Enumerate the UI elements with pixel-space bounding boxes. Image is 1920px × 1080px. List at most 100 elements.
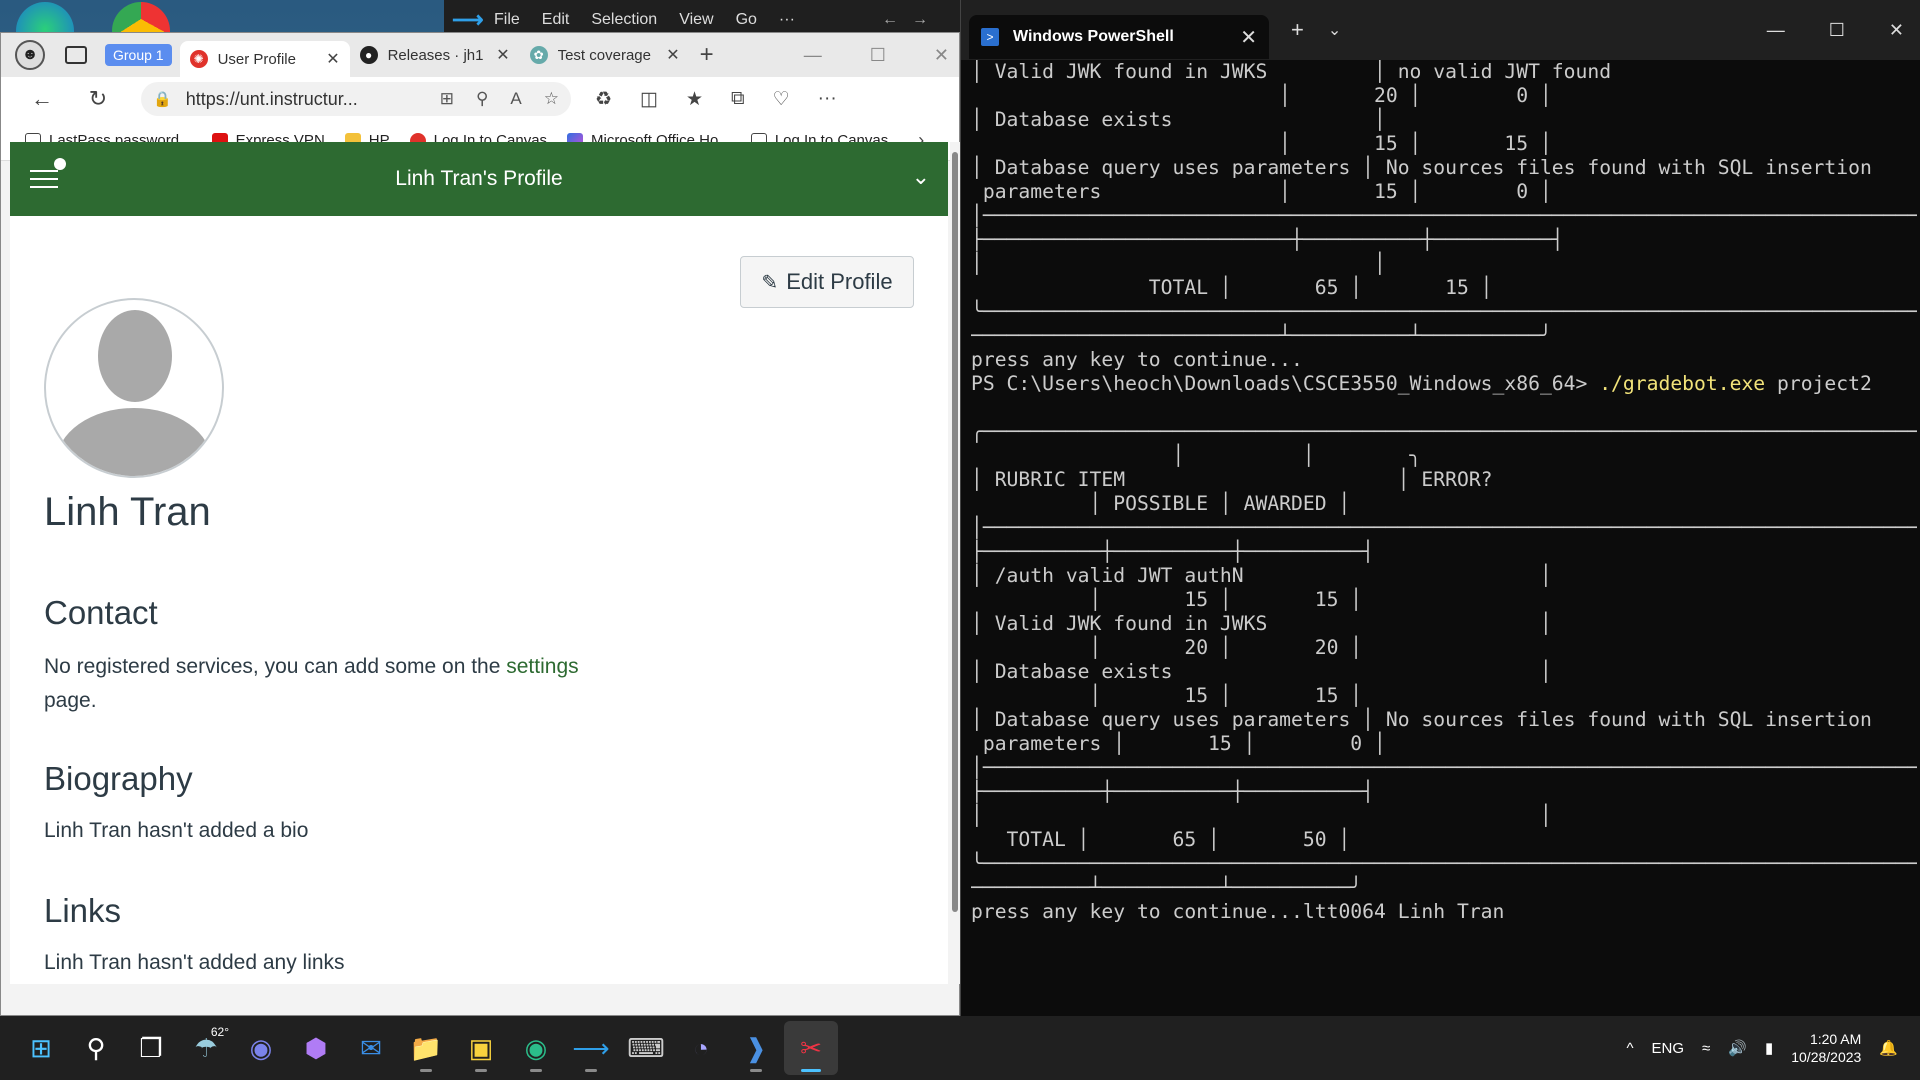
terminal-app[interactable]: ⌨ — [619, 1021, 673, 1075]
avatar-head — [98, 310, 172, 402]
close-tab-icon[interactable]: ✕ — [326, 49, 339, 69]
terminal-output[interactable]: │ Valid JWK found in JWKS │ no valid JWT… — [971, 60, 1917, 1016]
toolbar-actions: ♻ ◫ ★ ⧉ ♡ ··· — [595, 88, 837, 111]
running-indicator — [801, 1069, 821, 1072]
close-tab-icon[interactable]: ✕ — [1240, 25, 1257, 50]
zoom-icon[interactable]: ⚲ — [476, 89, 488, 109]
terminal-tab[interactable]: > Windows PowerShell ✕ — [969, 15, 1269, 59]
sticky-notes-app[interactable]: ▣ — [454, 1021, 508, 1075]
workspaces-icon[interactable] — [65, 46, 87, 64]
search-icon: ⚲ — [86, 1032, 106, 1063]
chevron-down-icon[interactable]: ⌄ — [1328, 20, 1341, 40]
clock[interactable]: 1:20 AM 10/28/2023 — [1791, 1030, 1861, 1066]
system-tray: ^ ENG ≈ 🔊 ▮ 1:20 AM 10/28/2023 🔔 — [1626, 1030, 1898, 1066]
more-options-icon[interactable]: ··· — [818, 88, 837, 111]
read-aloud-icon[interactable]: A — [510, 89, 521, 109]
vscode-back-forward-icon[interactable]: ←→ — [882, 11, 942, 29]
maximize-icon[interactable]: ☐ — [1829, 20, 1845, 41]
language-indicator[interactable]: ENG — [1652, 1040, 1685, 1057]
new-tab-icon[interactable]: + — [700, 41, 714, 69]
url-text: https://unt.instructur... — [185, 88, 358, 109]
snipping-tool-app[interactable]: ✂ — [784, 1021, 838, 1075]
profile-avatar-icon[interactable]: ☻ — [15, 40, 45, 70]
back-icon[interactable]: ← — [29, 86, 55, 112]
file-explorer-app[interactable]: 📁 — [399, 1021, 453, 1075]
mail-icon: ✉ — [360, 1032, 382, 1063]
edge-app[interactable]: ◉ — [509, 1021, 563, 1075]
vscode-menu-file[interactable]: File — [494, 11, 520, 29]
vscode-menu-edit[interactable]: Edit — [542, 11, 570, 29]
close-window-icon[interactable]: ✕ — [934, 45, 949, 66]
tab-user-profile[interactable]: ✺ User Profile ✕ — [179, 41, 350, 77]
mail-app[interactable]: ✉ — [344, 1021, 398, 1075]
scrollbar-thumb[interactable] — [952, 152, 958, 912]
links-heading: Links — [44, 892, 122, 929]
profile-name: Linh Tran — [44, 490, 211, 534]
terminal-tab-title: Windows PowerShell — [1013, 28, 1174, 45]
search-button[interactable]: ⚲ — [69, 1021, 123, 1075]
avatar — [44, 298, 224, 478]
wifi-icon[interactable]: ≈ — [1702, 1040, 1710, 1057]
window-controls: — ☐ ✕ — [1767, 20, 1904, 41]
edit-profile-label: Edit Profile — [786, 269, 893, 294]
settings-link[interactable]: settings — [506, 655, 578, 678]
edge-desktop-icon[interactable] — [16, 2, 74, 36]
split-screen-icon[interactable]: ◫ — [640, 88, 658, 111]
browser-essentials-icon[interactable]: ♡ — [773, 88, 790, 111]
tab-strip: ☻ Group 1 ✺ User Profile ✕ ● Releases · … — [1, 33, 959, 77]
vscode-menu-more[interactable]: ··· — [779, 11, 795, 29]
running-indicator — [475, 1069, 487, 1072]
copilot-app[interactable]: ⬢ — [289, 1021, 343, 1075]
new-tab-icon[interactable]: + — [1291, 17, 1304, 43]
favorites-icon[interactable]: ★ — [686, 88, 703, 111]
vscode-app[interactable]: ⟶ — [564, 1021, 618, 1075]
window-controls: — ☐ ✕ — [804, 45, 949, 66]
close-tab-icon[interactable]: ✕ — [666, 45, 679, 65]
minimize-icon[interactable]: — — [1767, 20, 1785, 41]
refresh-icon[interactable]: ↻ — [85, 86, 111, 112]
obs-app[interactable]: ◔ — [674, 1021, 728, 1075]
vscode-icon[interactable]: ⟶ — [452, 7, 484, 33]
vscode-menu-go[interactable]: Go — [736, 11, 757, 29]
task-view-button[interactable]: ❐ — [124, 1021, 178, 1075]
vscode-icon: ⟶ — [572, 1032, 610, 1063]
edit-profile-button[interactable]: ✎ Edit Profile — [740, 256, 914, 308]
chrome-desktop-icon[interactable] — [112, 2, 170, 36]
apps-icon[interactable]: ⊞ — [440, 89, 454, 109]
browser-toolbar: ← ↻ 🔒 https://unt.instructur... ⊞ ⚲ A ☆ … — [1, 77, 959, 121]
tab-group-label[interactable]: Group 1 — [105, 44, 172, 66]
teams-chat-app[interactable]: ◉ — [234, 1021, 288, 1075]
notification-bell-icon[interactable]: 🔔 — [1879, 1039, 1898, 1057]
page-scrollbar[interactable] — [950, 142, 960, 984]
tab-releases[interactable]: ● Releases · jh1 ✕ — [350, 37, 520, 73]
close-tab-icon[interactable]: ✕ — [496, 45, 509, 65]
maximize-icon[interactable]: ☐ — [870, 45, 886, 66]
folder-icon: 📁 — [409, 1032, 443, 1063]
vscode-menu-view[interactable]: View — [679, 11, 713, 29]
tab-label: User Profile — [217, 50, 296, 68]
lock-icon[interactable]: 🔒 — [153, 90, 172, 108]
avatar-body — [56, 408, 212, 476]
snipping-tool-icon: ✂ — [800, 1032, 822, 1063]
volume-icon[interactable]: 🔊 — [1728, 1039, 1747, 1057]
battery-icon[interactable]: ▮ — [1765, 1039, 1773, 1057]
weather-widget[interactable]: ☂ 62° — [179, 1021, 233, 1075]
powershell-app[interactable]: ❱ — [729, 1021, 783, 1075]
chevron-down-icon[interactable]: ⌄ — [912, 164, 930, 190]
address-bar[interactable]: 🔒 https://unt.instructur... ⊞ ⚲ A ☆ — [141, 82, 571, 116]
extensions-icon[interactable]: ♻ — [595, 88, 612, 111]
clock-date: 10/28/2023 — [1791, 1049, 1862, 1065]
chevron-up-icon[interactable]: ^ — [1626, 1040, 1633, 1057]
favorite-star-icon[interactable]: ☆ — [544, 89, 559, 109]
terminal-prompt: PS C:\Users\heoch\Downloads\CSCE3550_Win… — [971, 372, 1600, 395]
start-button[interactable]: ⊞ — [14, 1021, 68, 1075]
close-window-icon[interactable]: ✕ — [1889, 20, 1904, 41]
vscode-menu-selection[interactable]: Selection — [591, 11, 657, 29]
minimize-icon[interactable]: — — [804, 45, 822, 66]
sticky-note-icon: ▣ — [468, 1032, 494, 1063]
tab-test-coverage[interactable]: ✿ Test coverage ✕ — [520, 37, 690, 73]
collections-icon[interactable]: ⧉ — [731, 88, 745, 111]
windows-icon: ⊞ — [30, 1032, 52, 1063]
biography-text: Linh Tran hasn't added a bio — [44, 819, 309, 842]
canvas-favicon-icon: ✺ — [189, 50, 208, 68]
